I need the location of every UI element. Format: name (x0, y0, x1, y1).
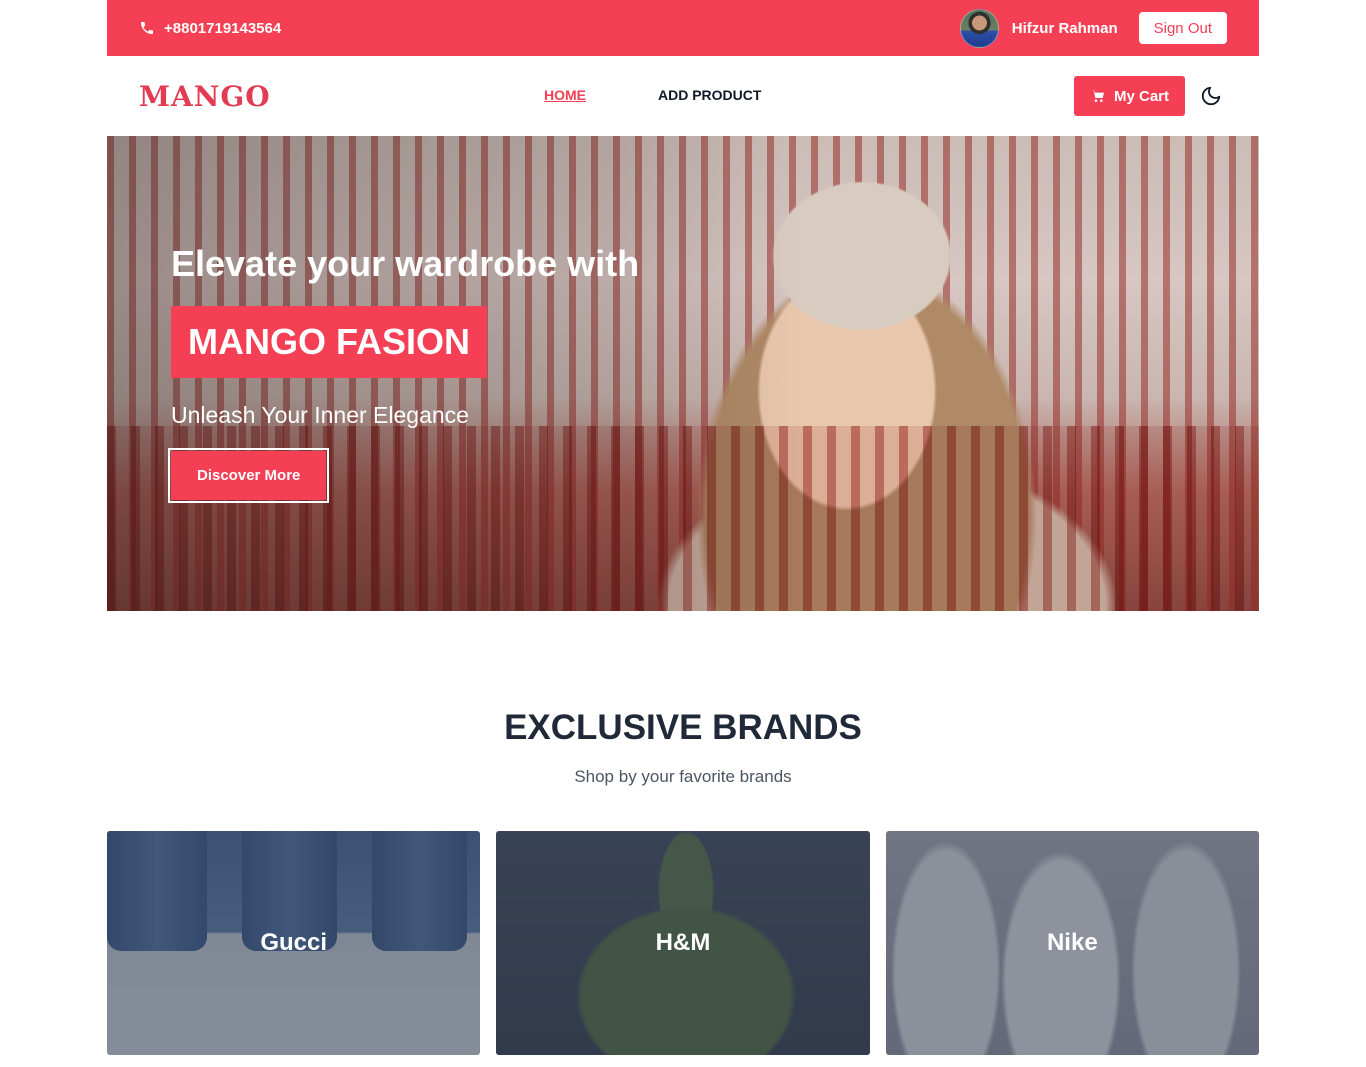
navbar: MANGO HOME ADD PRODUCT My Cart (107, 56, 1259, 136)
brands-subtitle: Shop by your favorite brands (574, 767, 792, 786)
my-cart-label: My Cart (1113, 87, 1169, 105)
hero-title: Elevate your wardrobe with (171, 243, 640, 284)
brand-name: H&M (655, 929, 711, 956)
hero-brand-badge: MANGO FASION (171, 306, 488, 378)
my-cart-button[interactable]: My Cart (1073, 76, 1185, 116)
sign-out-button[interactable]: Sign Out (1138, 12, 1227, 44)
brand-card-nike[interactable]: Nike (885, 831, 1259, 1055)
brand-name: Gucci (260, 929, 328, 956)
nav-links: HOME ADD PRODUCT (544, 87, 761, 103)
discover-more-button[interactable]: Discover More (167, 448, 330, 503)
hero-banner: Elevate your wardrobe with MANGO FASION … (107, 136, 1259, 611)
phone-number: +8801719143564 (164, 19, 282, 37)
nav-actions: My Cart (1073, 76, 1227, 116)
brand-card-hm[interactable]: H&M (496, 831, 870, 1055)
user-area: Hifzur Rahman Sign Out (959, 8, 1227, 48)
nav-link-home[interactable]: HOME (544, 87, 586, 103)
brand-card-gucci[interactable]: Gucci (107, 831, 481, 1055)
top-bar: +8801719143564 Hifzur Rahman Sign Out (107, 0, 1259, 56)
avatar[interactable] (959, 8, 999, 48)
phone-contact[interactable]: +8801719143564 (139, 20, 281, 37)
cart-icon (1091, 90, 1104, 102)
brands-title: EXCLUSIVE BRANDS (504, 708, 862, 747)
hero-subtitle: Unleash Your Inner Elegance (171, 402, 469, 428)
brand-name: Nike (1046, 929, 1098, 956)
theme-toggle[interactable] (1195, 76, 1227, 116)
brand-cards: Gucci H&M Nike (107, 831, 1259, 1055)
phone-icon (141, 22, 153, 34)
logo[interactable]: MANGO (139, 80, 439, 113)
nav-link-add-product[interactable]: ADD PRODUCT (658, 87, 761, 103)
moon-icon (1201, 86, 1221, 106)
hero-content: Elevate your wardrobe with MANGO FASION … (167, 243, 640, 503)
user-name: Hifzur Rahman (1011, 19, 1118, 37)
